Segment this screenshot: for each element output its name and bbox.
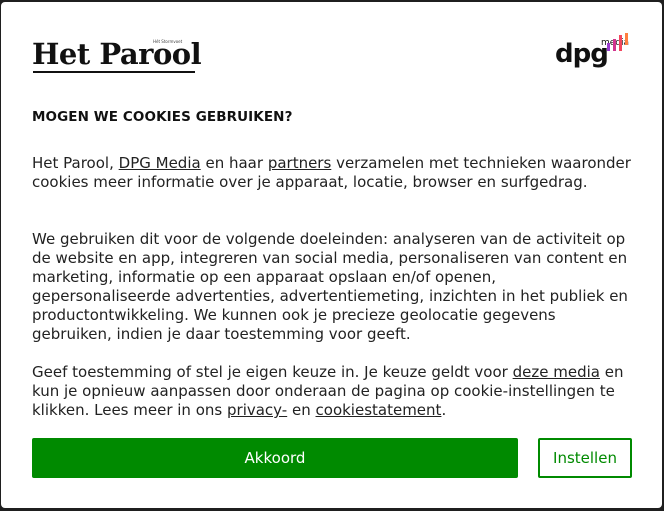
dialog-header: Het Parool Hét Stormvoet dpg media: [32, 33, 634, 78]
deze-media-link[interactable]: deze media: [513, 363, 600, 381]
consent-text-c: en: [291, 401, 311, 419]
consent-paragraph: Geef toestemming of stel je eigen keuze …: [32, 363, 638, 420]
purposes-paragraph: We gebruiken dit voor de volgende doelei…: [32, 230, 628, 343]
privacy-statement-link[interactable]: privacy-: [227, 401, 287, 419]
logo-underline: [33, 71, 195, 73]
consent-text-a: Geef toestemming of stel je eigen keuze …: [32, 363, 508, 381]
intro-text-b: en haar: [205, 154, 264, 172]
settings-button[interactable]: Instellen: [538, 438, 632, 478]
intro-paragraph: Het Parool, DPG Media en haar partners v…: [32, 154, 638, 192]
dpg-bars-icon: [607, 33, 628, 51]
dpg-media-logo: dpg media: [553, 33, 633, 73]
cookiestatement-link[interactable]: cookiestatement: [316, 401, 442, 419]
logo-tagline: Hét Stormvoet: [153, 39, 183, 44]
cookie-consent-dialog: Het Parool Hét Stormvoet dpg media MOGEN…: [1, 2, 662, 508]
consent-text-d: .: [441, 401, 447, 419]
intro-text-a: Het Parool,: [32, 154, 114, 172]
dialog-title: MOGEN WE COOKIES GEBRUIKEN?: [32, 109, 293, 125]
dpg-media-link[interactable]: DPG Media: [119, 154, 201, 172]
dpg-logo-text: dpg: [555, 39, 609, 69]
partners-link[interactable]: partners: [268, 154, 331, 172]
accept-button[interactable]: Akkoord: [32, 438, 518, 478]
